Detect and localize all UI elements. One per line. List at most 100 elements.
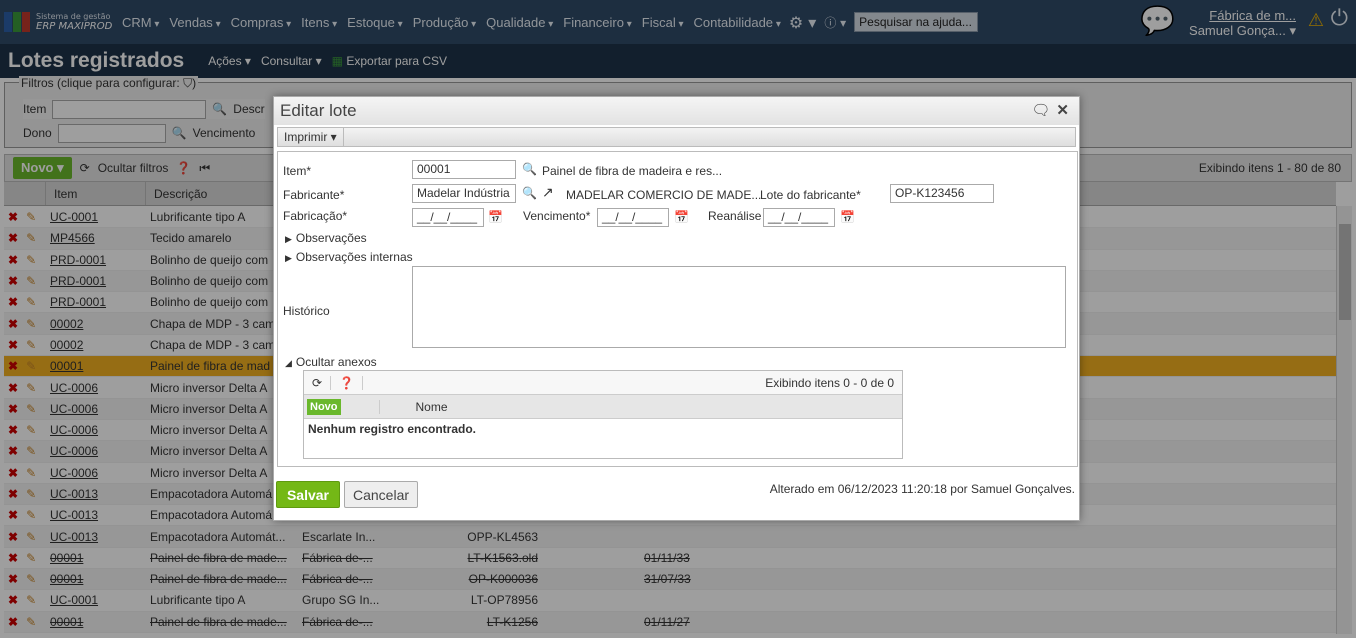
item-link[interactable]: 00001 — [46, 615, 146, 629]
search-icon[interactable]: 🔍 — [212, 102, 227, 116]
delete-icon[interactable]: ✖ — [8, 359, 18, 373]
edit-icon[interactable]: ✎ — [26, 593, 36, 607]
fabricacao-input[interactable]: __/__/____ — [412, 208, 484, 227]
menu-item[interactable]: Produção — [413, 15, 476, 30]
menu-item[interactable]: Qualidade — [486, 15, 553, 30]
table-row[interactable]: ✖ ✎ 00001 Painel de fibra de made... Fábr… — [4, 548, 1336, 570]
delete-icon[interactable]: ✖ — [8, 593, 18, 607]
item-link[interactable]: 00001 — [46, 551, 146, 565]
first-page-icon[interactable]: ⏮ — [199, 161, 210, 176]
edit-icon[interactable]: ✎ — [26, 317, 36, 331]
item-link[interactable]: PRD-0001 — [46, 274, 146, 288]
delete-icon[interactable]: ✖ — [8, 402, 18, 416]
edit-icon[interactable]: ✎ — [26, 381, 36, 395]
edit-icon[interactable]: ✎ — [26, 551, 36, 565]
user-menu[interactable]: Samuel Gonça... — [1189, 23, 1286, 38]
chat-icon[interactable]: 💬 — [1140, 4, 1175, 37]
table-row[interactable]: ✖ ✎ UC-0013 Empacotadora Automát... Escar… — [4, 526, 1336, 548]
edit-icon[interactable]: ✎ — [26, 423, 36, 437]
vencimento-input[interactable]: __/__/____ — [597, 208, 669, 227]
item-link[interactable]: PRD-0001 — [46, 295, 146, 309]
delete-icon[interactable]: ✖ — [8, 444, 18, 458]
column-nome[interactable]: Nome — [378, 399, 448, 414]
edit-icon[interactable]: ✎ — [26, 530, 36, 544]
calendar-icon[interactable]: 📅 — [488, 210, 503, 224]
item-link[interactable]: 00002 — [46, 338, 146, 352]
filters-legend[interactable]: Filtros (clique para configurar: ⛉) — [19, 76, 199, 91]
delete-icon[interactable]: ✖ — [8, 423, 18, 437]
column-item[interactable]: Item — [46, 182, 146, 205]
edit-icon[interactable]: ✎ — [26, 508, 36, 522]
help-icon[interactable]: ❓ — [331, 375, 364, 390]
delete-icon[interactable]: ✖ — [8, 295, 18, 309]
grid-scrollbar[interactable] — [1336, 206, 1352, 634]
refresh-icon[interactable]: ⟳ — [80, 161, 90, 175]
observacoes-internas-toggle[interactable]: ▶ Observações internas — [285, 250, 413, 264]
menu-item[interactable]: Itens — [301, 15, 337, 30]
observacoes-toggle[interactable]: ▶ Observações — [285, 231, 367, 245]
item-link[interactable]: UC-0001 — [46, 593, 146, 607]
item-input[interactable]: 00001 — [412, 160, 516, 179]
edit-icon[interactable]: ✎ — [26, 402, 36, 416]
edit-icon[interactable]: ✎ — [26, 466, 36, 480]
calendar-icon[interactable]: 📅 — [840, 210, 855, 224]
menu-item[interactable]: Vendas — [169, 15, 220, 30]
delete-icon[interactable]: ✖ — [8, 274, 18, 288]
menu-item[interactable]: Fiscal — [642, 15, 684, 30]
delete-icon[interactable]: ✖ — [8, 551, 18, 565]
item-link[interactable]: 00001 — [46, 572, 146, 586]
menu-item[interactable]: CRM — [122, 15, 159, 30]
actions-menu[interactable]: Ações ▾ — [208, 54, 251, 68]
delete-icon[interactable]: ✖ — [8, 572, 18, 586]
item-link[interactable]: UC-0006 — [46, 402, 146, 416]
company-link[interactable]: Fábrica de m... — [1189, 8, 1296, 23]
save-button[interactable]: Salvar — [276, 481, 340, 508]
item-link[interactable]: MP4566 — [46, 231, 146, 245]
delete-icon[interactable]: ✖ — [8, 530, 18, 544]
edit-icon[interactable]: ✎ — [26, 253, 36, 267]
delete-icon[interactable]: ✖ — [8, 508, 18, 522]
edit-icon[interactable]: ✎ — [26, 444, 36, 458]
item-link[interactable]: UC-0013 — [46, 530, 146, 544]
external-link-icon[interactable]: ↗ — [542, 184, 554, 201]
delete-icon[interactable]: ✖ — [8, 381, 18, 395]
search-icon[interactable]: 🔍 — [172, 126, 187, 140]
edit-icon[interactable]: ✎ — [26, 295, 36, 309]
item-link[interactable]: 00001 — [46, 359, 146, 373]
help-search-input[interactable]: Pesquisar na ajuda... — [854, 12, 979, 32]
warning-icon[interactable]: ⚠ — [1308, 10, 1324, 31]
new-button[interactable]: Novo ▾ — [13, 157, 72, 179]
delete-icon[interactable]: ✖ — [8, 317, 18, 331]
gear-icon[interactable]: ⚙ ▾ — [789, 13, 816, 32]
edit-icon[interactable]: ✎ — [26, 359, 36, 373]
fabricante-input[interactable]: Madelar Indústria — [412, 184, 516, 203]
menu-item[interactable]: Compras — [231, 15, 292, 30]
delete-icon[interactable]: ✖ — [8, 253, 18, 267]
menu-item[interactable]: Estoque — [347, 15, 403, 30]
print-menu[interactable]: Imprimir ▾ — [278, 128, 344, 146]
attachment-new-button[interactable]: Novo — [307, 398, 341, 415]
help-icon[interactable]: ⓘ ▾ — [824, 14, 846, 31]
cancel-button[interactable]: Cancelar — [344, 481, 418, 508]
delete-icon[interactable]: ✖ — [8, 231, 18, 245]
edit-icon[interactable]: ✎ — [26, 487, 36, 501]
filter-dono-input[interactable] — [57, 123, 166, 143]
item-link[interactable]: UC-0006 — [46, 466, 146, 480]
filter-item-input[interactable] — [52, 99, 207, 119]
table-row[interactable]: ✖ ✎ 00001 Painel de fibra de made... Fábr… — [4, 611, 1336, 633]
item-link[interactable]: 00002 — [46, 317, 146, 331]
consultar-menu[interactable]: Consultar ▾ — [261, 54, 322, 68]
item-link[interactable]: UC-0006 — [46, 381, 146, 395]
edit-icon[interactable]: ✎ — [26, 572, 36, 586]
menu-item[interactable]: Financeiro — [563, 15, 632, 30]
edit-icon[interactable]: ✎ — [26, 210, 36, 224]
logo[interactable]: Sistema de gestão ERP MAXIPROD — [4, 12, 122, 32]
delete-icon[interactable]: ✖ — [8, 338, 18, 352]
item-link[interactable]: UC-0013 — [46, 508, 146, 522]
lote-input[interactable]: OP-K123456 — [890, 184, 994, 203]
edit-icon[interactable]: ✎ — [26, 231, 36, 245]
item-link[interactable]: PRD-0001 — [46, 253, 146, 267]
item-link[interactable]: UC-0006 — [46, 423, 146, 437]
item-link[interactable]: UC-0001 — [46, 210, 146, 224]
menu-item[interactable]: Contabilidade — [694, 15, 781, 30]
